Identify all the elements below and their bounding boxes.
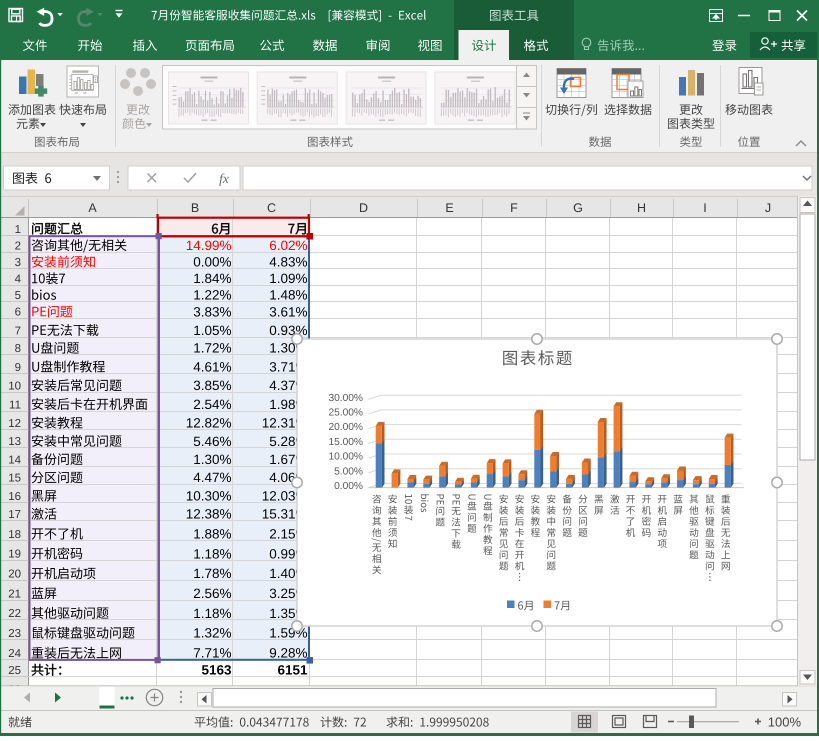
svg-text:0.00%: 0.00% xyxy=(193,255,231,270)
svg-text:15.00%: 15.00% xyxy=(328,437,363,448)
svg-text:21: 21 xyxy=(8,588,21,600)
svg-text:13: 13 xyxy=(8,436,21,448)
svg-text:10.30%: 10.30% xyxy=(186,489,232,504)
svg-text:C: C xyxy=(267,201,276,215)
svg-text:22: 22 xyxy=(8,608,21,620)
svg-text:6151: 6151 xyxy=(277,663,308,678)
svg-text:16: 16 xyxy=(8,491,21,503)
svg-text:F: F xyxy=(510,201,518,215)
svg-text:A: A xyxy=(88,201,97,215)
svg-text:3.85%: 3.85% xyxy=(193,378,231,393)
svg-text:11: 11 xyxy=(9,399,21,411)
svg-text:5.00%: 5.00% xyxy=(334,466,363,477)
svg-text:1.88%: 1.88% xyxy=(193,527,231,542)
svg-text:D: D xyxy=(359,201,368,215)
svg-text:7.71%: 7.71% xyxy=(193,646,231,661)
svg-text:1.72%: 1.72% xyxy=(193,341,231,356)
svg-text:1: 1 xyxy=(15,224,21,236)
svg-text:5163: 5163 xyxy=(201,663,232,678)
svg-text:23: 23 xyxy=(8,628,21,640)
svg-text:H: H xyxy=(637,201,646,215)
svg-text:10: 10 xyxy=(8,381,21,393)
svg-text:12.82%: 12.82% xyxy=(186,416,232,431)
svg-text:1.30%: 1.30% xyxy=(193,452,231,467)
svg-text:15: 15 xyxy=(8,473,21,485)
svg-text:1.09%: 1.09% xyxy=(269,271,307,286)
svg-text:9.28%: 9.28% xyxy=(269,646,307,661)
svg-text:12.38%: 12.38% xyxy=(186,507,232,522)
svg-text:14.99%: 14.99% xyxy=(186,238,232,253)
svg-text:3.83%: 3.83% xyxy=(193,304,231,319)
svg-text:18: 18 xyxy=(8,529,21,541)
svg-text:8: 8 xyxy=(15,343,21,355)
svg-text:1.78%: 1.78% xyxy=(193,566,231,581)
svg-text:6.02%: 6.02% xyxy=(269,238,307,253)
svg-text:9: 9 xyxy=(15,362,21,374)
svg-text:10.00%: 10.00% xyxy=(328,452,363,463)
svg-text:2.56%: 2.56% xyxy=(193,586,231,601)
svg-text:1.48%: 1.48% xyxy=(269,288,307,303)
svg-text:1.05%: 1.05% xyxy=(193,323,231,338)
svg-text:2: 2 xyxy=(15,240,21,252)
svg-text:E: E xyxy=(445,201,453,215)
svg-text:100%: 100% xyxy=(768,715,802,730)
svg-text:1.84%: 1.84% xyxy=(193,271,231,286)
svg-text:12: 12 xyxy=(8,418,21,430)
svg-text:3: 3 xyxy=(15,257,21,269)
svg-text:1.18%: 1.18% xyxy=(193,546,231,561)
svg-text:6: 6 xyxy=(15,307,21,319)
svg-text:1.32%: 1.32% xyxy=(193,626,231,641)
svg-text:0.00%: 0.00% xyxy=(334,481,363,492)
svg-text:G: G xyxy=(573,201,583,215)
svg-text:30.00%: 30.00% xyxy=(328,393,363,404)
svg-text:1.18%: 1.18% xyxy=(193,606,231,621)
svg-text:fx: fx xyxy=(219,171,229,186)
svg-text:24: 24 xyxy=(8,648,21,660)
svg-text:25.00%: 25.00% xyxy=(328,408,363,419)
svg-text:25: 25 xyxy=(8,665,21,677)
svg-text:J: J xyxy=(765,201,771,215)
svg-text:4.47%: 4.47% xyxy=(193,470,231,485)
svg-text:4.83%: 4.83% xyxy=(269,255,307,270)
svg-text:1.22%: 1.22% xyxy=(193,288,231,303)
svg-text:5.46%: 5.46% xyxy=(193,434,231,449)
svg-text:19: 19 xyxy=(8,549,21,561)
svg-text:3.61%: 3.61% xyxy=(269,304,307,319)
svg-text:7: 7 xyxy=(15,325,21,337)
svg-text:20.00%: 20.00% xyxy=(328,422,363,433)
svg-text:5: 5 xyxy=(15,290,21,302)
svg-text:14: 14 xyxy=(8,454,21,466)
svg-text:4: 4 xyxy=(15,274,22,286)
svg-text:4.61%: 4.61% xyxy=(193,359,231,374)
svg-text:I: I xyxy=(703,201,706,215)
svg-text:B: B xyxy=(191,201,199,215)
svg-text:2.54%: 2.54% xyxy=(193,397,231,412)
svg-text:20: 20 xyxy=(8,569,21,581)
svg-text:17: 17 xyxy=(8,509,21,521)
